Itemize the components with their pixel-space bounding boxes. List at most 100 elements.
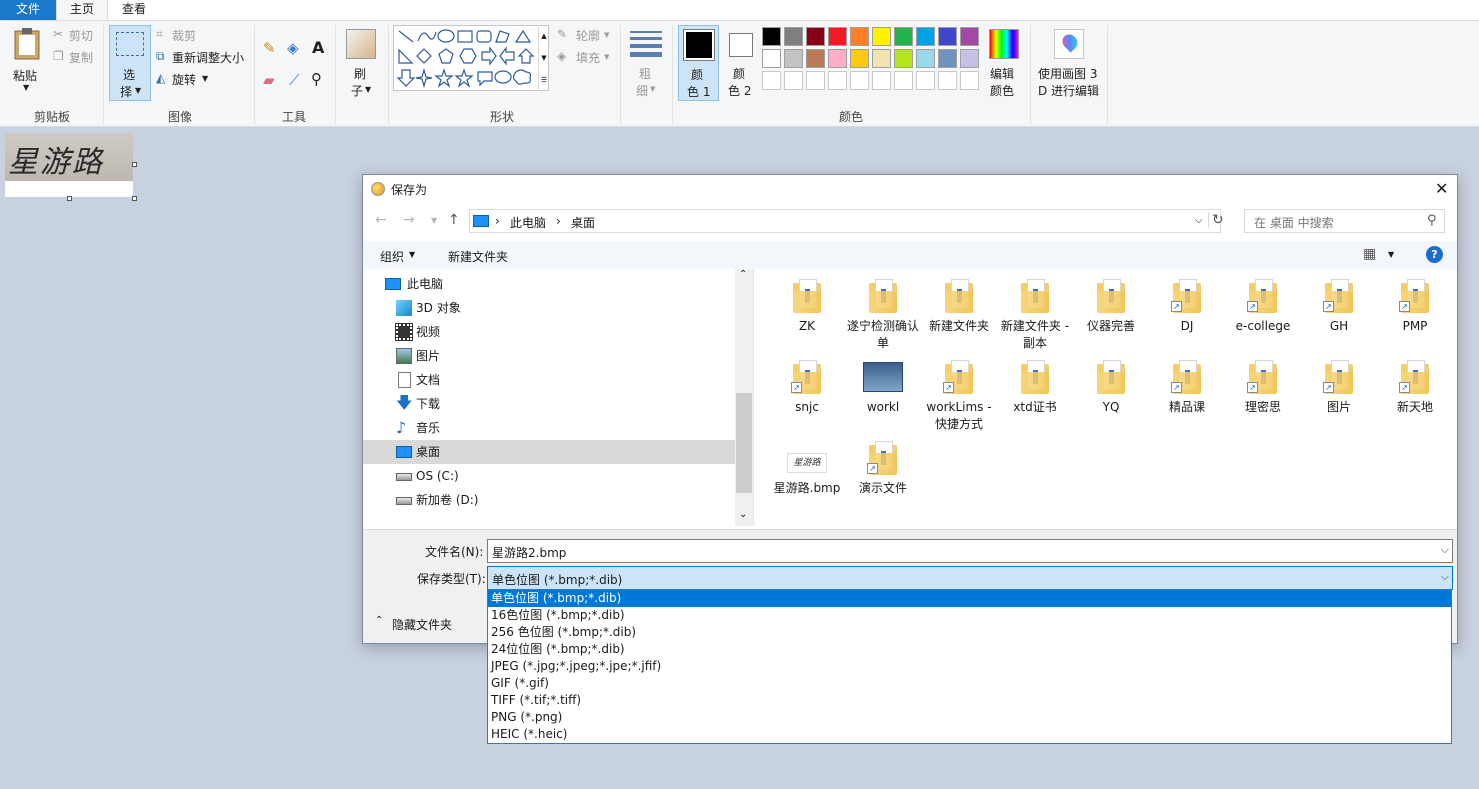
color-swatch[interactable] (872, 49, 891, 68)
crop-button[interactable]: 裁剪 (172, 27, 196, 44)
fill-button[interactable]: 填充 (576, 49, 600, 66)
color-swatch[interactable] (784, 27, 803, 46)
organize-button[interactable]: 组织 (380, 248, 404, 265)
nav-item-c-drive[interactable]: OS (C:) (363, 464, 735, 488)
color1-button[interactable]: 颜 色 1 (678, 25, 719, 101)
file-item[interactable]: YQ (1075, 360, 1147, 416)
color-swatch[interactable] (872, 27, 891, 46)
empty-color-swatch[interactable] (960, 71, 979, 90)
nav-item-pictures[interactable]: 图片 (363, 344, 735, 368)
breadcrumb-desktop[interactable]: 桌面 (571, 214, 595, 231)
paste-button[interactable]: 粘贴 ▼ (8, 25, 46, 97)
file-item[interactable]: 星游路 星游路.bmp (771, 441, 843, 497)
filetype-option[interactable]: 24位位图 (*.bmp;*.dib) (488, 641, 1451, 658)
edit-colors-button[interactable]: 编辑 颜色 (985, 25, 1025, 101)
file-item[interactable]: xtd证书 (999, 360, 1071, 416)
view-grid-icon[interactable]: ▦ (1363, 246, 1376, 262)
search-input[interactable]: 在 桌面 中搜索 (1254, 214, 1334, 231)
color-swatch[interactable] (916, 27, 935, 46)
file-item[interactable]: workl (847, 360, 919, 416)
color2-button[interactable]: 颜 色 2 (722, 25, 760, 101)
file-item[interactable]: ↗ GH (1303, 279, 1375, 335)
select-button[interactable]: 选 择 ▼ (109, 25, 151, 101)
empty-color-swatch[interactable] (828, 71, 847, 90)
eraser-icon[interactable]: ▰ (263, 71, 275, 89)
file-item[interactable]: ↗ workLims - 快捷方式 (923, 360, 995, 433)
file-item[interactable]: ↗ 图片 (1303, 360, 1375, 416)
color-swatch[interactable] (960, 27, 979, 46)
filetype-option[interactable]: 16色位图 (*.bmp;*.dib) (488, 607, 1451, 624)
color-swatch[interactable] (828, 27, 847, 46)
shapes-scrollbar[interactable]: ▲ ▼ ☰ (538, 25, 549, 91)
file-item[interactable]: ZK (771, 279, 843, 335)
nav-item-3d-objects[interactable]: 3D 对象 (363, 296, 735, 320)
chevron-down-icon[interactable]: ⌵ (1441, 570, 1449, 584)
fill-bucket-icon[interactable]: ◈ (287, 39, 299, 57)
magnifier-icon[interactable]: ⚲ (311, 70, 322, 88)
empty-color-swatch[interactable] (784, 71, 803, 90)
color-swatch[interactable] (850, 49, 869, 68)
filetype-option[interactable]: 单色位图 (*.bmp;*.dib) (488, 590, 1451, 607)
file-item[interactable]: ↗ 演示文件 (847, 441, 919, 497)
color-swatch[interactable] (938, 49, 957, 68)
file-item[interactable]: 新建文件夹 (923, 279, 995, 335)
color-swatch[interactable] (806, 49, 825, 68)
breadcrumb-this-pc[interactable]: 此电脑 (510, 214, 546, 231)
nav-item-videos[interactable]: 视频 (363, 320, 735, 344)
color-swatch[interactable] (850, 27, 869, 46)
color-swatch[interactable] (916, 49, 935, 68)
cut-button[interactable]: 剪切 (69, 27, 93, 44)
help-icon[interactable]: ? (1426, 246, 1443, 263)
search-box[interactable]: 在 桌面 中搜索 ⚲ (1244, 209, 1445, 233)
resize-handle-bottom[interactable] (67, 196, 72, 201)
forward-arrow-icon[interactable]: → (403, 212, 415, 228)
scroll-up-icon[interactable]: ⌃ (739, 269, 747, 280)
tab-file[interactable]: 文件 (0, 0, 56, 20)
pencil-icon[interactable]: ✎ (263, 39, 276, 57)
filetype-option[interactable]: TIFF (*.tif;*.tiff) (488, 692, 1451, 709)
resize-handle-right[interactable] (132, 162, 137, 167)
nav-item-desktop[interactable]: 桌面 (363, 440, 735, 464)
tab-home[interactable]: 主页 (56, 0, 108, 20)
text-icon[interactable]: A (312, 38, 324, 57)
filename-field[interactable]: 星游路2.bmp ⌵ (487, 539, 1453, 563)
hide-folders-button[interactable]: 隐藏文件夹 (392, 616, 452, 633)
paint3d-button[interactable]: 使用画图 3 D 进行编辑 (1034, 25, 1104, 101)
resize-handle-corner[interactable] (132, 196, 137, 201)
back-arrow-icon[interactable]: ← (375, 212, 387, 228)
filetype-option[interactable]: JPEG (*.jpg;*.jpeg;*.jpe;*.jfif) (488, 658, 1451, 675)
color-picker-icon[interactable]: ⟋ (289, 71, 300, 89)
brush-button[interactable]: 刷 子 ▼ (342, 25, 382, 101)
empty-color-swatch[interactable] (762, 71, 781, 90)
file-item[interactable]: ↗ DJ (1151, 279, 1223, 335)
file-item[interactable]: ↗ 精品课 (1151, 360, 1223, 416)
nav-scroll-thumb[interactable] (736, 393, 752, 493)
empty-color-swatch[interactable] (850, 71, 869, 90)
chevron-down-icon[interactable]: ⌵ (1195, 215, 1203, 226)
empty-color-swatch[interactable] (806, 71, 825, 90)
close-icon[interactable]: ✕ (1435, 179, 1448, 198)
color-swatch[interactable] (784, 49, 803, 68)
address-bar[interactable]: › 此电脑 › 桌面 ⌵ ↻ (469, 209, 1224, 233)
chevron-down-icon[interactable]: ▼ (431, 216, 437, 225)
chevron-down-icon[interactable]: ⌵ (1441, 543, 1449, 557)
file-item[interactable]: 遂宁检测确认单 (847, 279, 919, 352)
up-arrow-icon[interactable]: ↑ (448, 212, 460, 228)
file-item[interactable]: ↗ snjc (771, 360, 843, 416)
file-item[interactable]: 仪器完善 (1075, 279, 1147, 335)
refresh-icon[interactable]: ↻ (1208, 212, 1224, 228)
outline-button[interactable]: 轮廓 (576, 27, 600, 44)
color-swatch[interactable] (762, 27, 781, 46)
rotate-button[interactable]: 旋转 (172, 71, 196, 88)
color-swatch[interactable] (806, 27, 825, 46)
color-swatch[interactable] (960, 49, 979, 68)
chevron-down-icon[interactable]: ▼ (1388, 250, 1394, 259)
color-swatch[interactable] (828, 49, 847, 68)
shapes-gallery[interactable] (393, 25, 549, 91)
nav-item-downloads[interactable]: 🡇 下载 (363, 392, 735, 416)
empty-color-swatch[interactable] (894, 71, 913, 90)
file-item[interactable]: ↗ PMP (1379, 279, 1451, 335)
nav-item-this-pc[interactable]: 此电脑 (363, 272, 735, 296)
scroll-down-icon[interactable]: ⌄ (739, 509, 747, 520)
search-icon[interactable]: ⚲ (1427, 213, 1437, 228)
